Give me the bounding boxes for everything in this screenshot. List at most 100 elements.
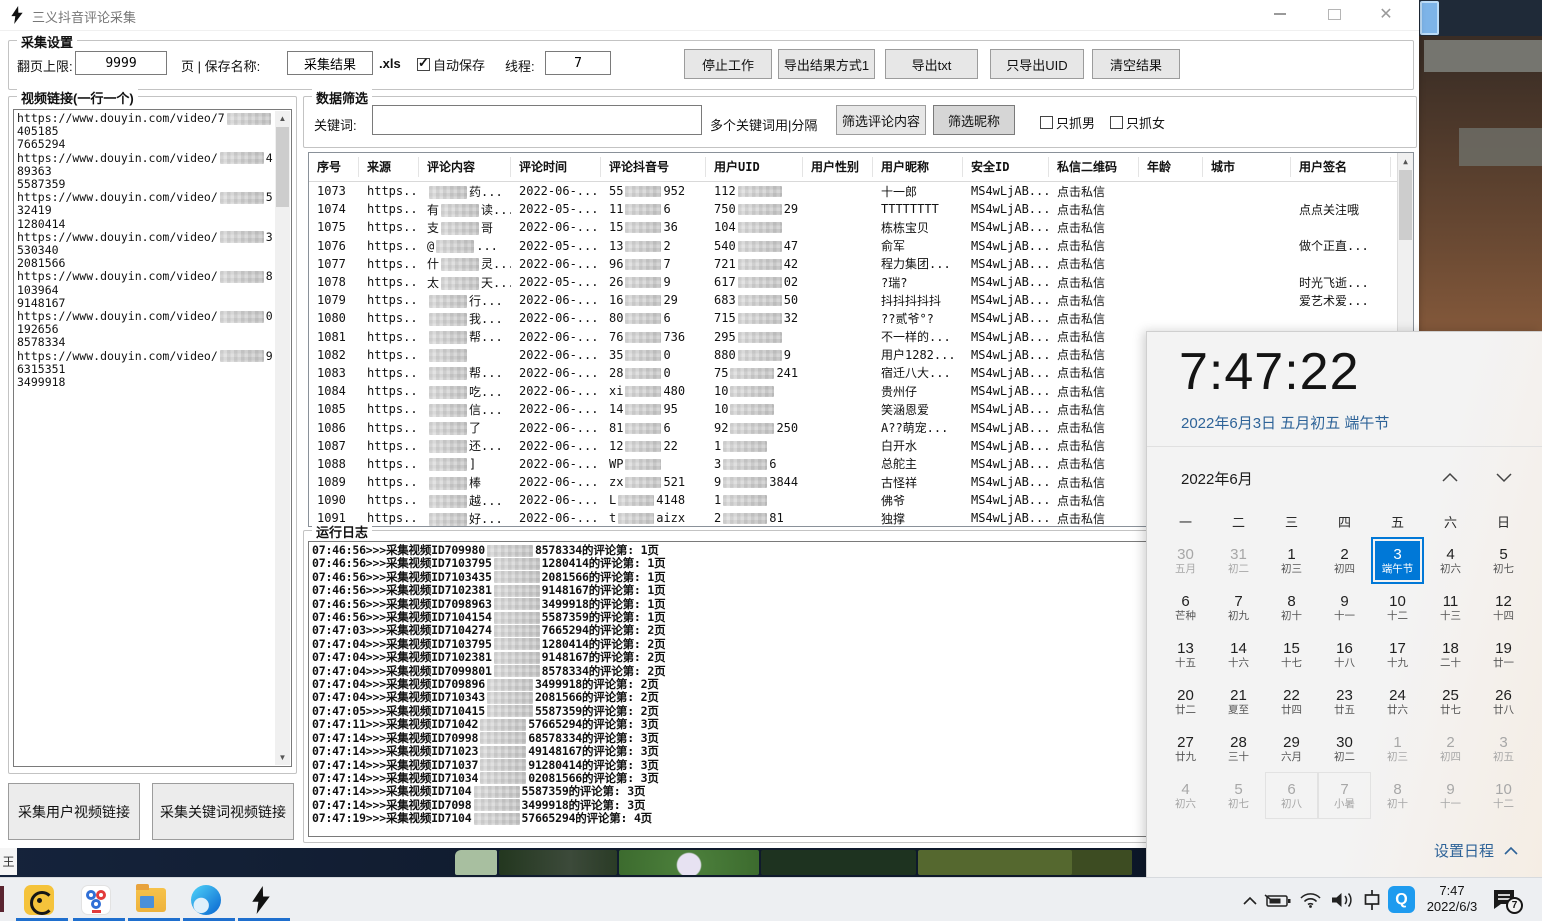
cell-dm-link[interactable]: 点击私信 — [1049, 383, 1139, 400]
schedule-link[interactable]: 设置日程 — [1434, 840, 1518, 861]
cell-dm-link[interactable]: 点击私信 — [1049, 364, 1139, 381]
maximize-button[interactable] — [1318, 0, 1350, 28]
calendar-day[interactable]: 30 五月 — [1159, 537, 1212, 584]
calendar-day[interactable]: 26 廿八 — [1477, 678, 1530, 725]
collect-user-videos-button[interactable]: 采集用户视频链接 — [8, 783, 140, 840]
save-name-input[interactable] — [287, 51, 373, 75]
calendar-day[interactable]: 23 廿五 — [1318, 678, 1371, 725]
autosave-checkbox[interactable]: 自动保存 — [417, 55, 485, 74]
cell-dm-link[interactable]: 点击私信 — [1049, 474, 1139, 491]
calendar-day[interactable]: 2 初四 — [1424, 725, 1477, 772]
calendar-next-icon[interactable] — [1495, 472, 1515, 486]
calendar-prev-icon[interactable] — [1441, 472, 1461, 486]
calendar-day[interactable]: 3 初五 — [1477, 725, 1530, 772]
table-row[interactable]: 1076 https... @... 2022-05-... 132 54047… — [309, 237, 1413, 255]
calendar-day[interactable]: 9 十一 — [1424, 772, 1477, 819]
export-uid-button[interactable]: 只导出UID — [990, 49, 1084, 79]
column-header[interactable]: 年龄 — [1139, 157, 1203, 177]
volume-icon[interactable] — [1330, 891, 1355, 909]
cell-dm-link[interactable]: 点击私信 — [1049, 201, 1139, 218]
filter-comment-button[interactable]: 筛选评论内容 — [836, 105, 926, 135]
taskbar-app-circles-icon[interactable] — [81, 885, 111, 915]
calendar-day[interactable]: 1 初三 — [1265, 537, 1318, 584]
filter-nickname-button[interactable]: 筛选昵称 — [933, 105, 1015, 135]
export-txt-button[interactable]: 导出txt — [885, 49, 978, 79]
female-only-checkbox[interactable]: 只抓女 — [1110, 113, 1165, 132]
tray-expand-icon[interactable] — [1242, 895, 1258, 906]
calendar-day[interactable]: 3 端午节 — [1371, 537, 1424, 584]
table-row[interactable]: 1077 https... 什灵... 2022-06-... 967 7214… — [309, 255, 1413, 273]
calendar-day[interactable]: 25 廿七 — [1424, 678, 1477, 725]
cell-dm-link[interactable]: 点击私信 — [1049, 492, 1139, 509]
taskbar-edge-app[interactable] — [0, 886, 4, 912]
column-header[interactable]: 评论时间 — [511, 157, 601, 177]
table-row[interactable]: 1079 https... 行... 2022-06-... 1629 6835… — [309, 291, 1413, 309]
calendar-day[interactable]: 8 初十 — [1265, 584, 1318, 631]
male-only-checkbox[interactable]: 只抓男 — [1040, 113, 1095, 132]
scroll-up-icon[interactable]: ▲ — [275, 111, 290, 126]
column-header[interactable]: 序号 — [309, 157, 359, 177]
calendar-day[interactable]: 10 十二 — [1477, 772, 1530, 819]
calendar-day[interactable]: 5 初七 — [1477, 537, 1530, 584]
device-tray-icon[interactable] — [1362, 889, 1382, 911]
calendar-day[interactable]: 27 廿九 — [1159, 725, 1212, 772]
clear-results-button[interactable]: 清空结果 — [1092, 49, 1180, 79]
calendar-day[interactable]: 22 廿四 — [1265, 678, 1318, 725]
calendar-day[interactable]: 2 初四 — [1318, 537, 1371, 584]
stop-button[interactable]: 停止工作 — [684, 49, 772, 79]
calendar-day[interactable]: 19 廿一 — [1477, 631, 1530, 678]
calendar-day[interactable]: 9 十一 — [1318, 584, 1371, 631]
table-row[interactable]: 1073 https... 药... 2022-06-... 55952 112… — [309, 182, 1413, 200]
keyword-input[interactable] — [372, 105, 702, 135]
calendar-day[interactable]: 6 初八 — [1265, 772, 1318, 819]
column-header[interactable]: 用户昵称 — [873, 157, 963, 177]
cell-dm-link[interactable]: 点击私信 — [1049, 401, 1139, 418]
thread-input[interactable] — [545, 51, 611, 75]
collect-keyword-videos-button[interactable]: 采集关键词视频链接 — [152, 783, 294, 840]
notification-center-icon[interactable]: 7 — [1492, 888, 1528, 916]
scrollbar-thumb[interactable] — [276, 127, 289, 207]
cell-dm-link[interactable]: 点击私信 — [1049, 183, 1139, 200]
column-header[interactable]: 评论抖音号 — [601, 157, 706, 177]
calendar-day[interactable]: 20 廿二 — [1159, 678, 1212, 725]
cell-dm-link[interactable]: 点击私信 — [1049, 455, 1139, 472]
export-mode1-button[interactable]: 导出结果方式1 — [778, 49, 875, 79]
cell-dm-link[interactable]: 点击私信 — [1049, 237, 1139, 254]
calendar-day[interactable]: 7 初九 — [1212, 584, 1265, 631]
taskbar-clock[interactable]: 7:47 2022/6/3 — [1416, 883, 1488, 915]
calendar-day[interactable]: 30 初二 — [1318, 725, 1371, 772]
table-row[interactable]: 1075 https... 支哥 2022-06-... 1536 104 栋栋… — [309, 218, 1413, 236]
lightning-app-icon[interactable] — [247, 883, 275, 916]
cell-dm-link[interactable]: 点击私信 — [1049, 255, 1139, 272]
column-header[interactable]: 私信二维码 — [1049, 157, 1139, 177]
cell-dm-link[interactable]: 点击私信 — [1049, 346, 1139, 363]
calendar-day[interactable]: 7 小暑 — [1318, 772, 1371, 819]
calendar-day[interactable]: 29 六月 — [1265, 725, 1318, 772]
calendar-day[interactable]: 11 十三 — [1424, 584, 1477, 631]
calendar-day[interactable]: 10 十二 — [1371, 584, 1424, 631]
calendar-day[interactable]: 8 初十 — [1371, 772, 1424, 819]
links-scrollbar[interactable]: ▲ ▼ — [275, 111, 290, 765]
browser-icon[interactable] — [191, 885, 221, 915]
cell-dm-link[interactable]: 点击私信 — [1049, 274, 1139, 291]
wifi-icon[interactable] — [1299, 891, 1322, 909]
scroll-up-icon[interactable]: ▲ — [1398, 153, 1413, 169]
taskbar-app-yellow-icon[interactable] — [24, 885, 54, 915]
column-header[interactable]: 用户签名 — [1291, 157, 1391, 177]
calendar-day[interactable]: 12 十四 — [1477, 584, 1530, 631]
cell-dm-link[interactable]: 点击私信 — [1049, 419, 1139, 436]
cell-dm-link[interactable]: 点击私信 — [1049, 310, 1139, 327]
calendar-day[interactable]: 21 夏至 — [1212, 678, 1265, 725]
titlebar[interactable]: 三义抖音评论采集 ✕ — [0, 0, 1419, 31]
table-row[interactable]: 1080 https... 我... 2022-06-... 806 71532… — [309, 309, 1413, 327]
cell-dm-link[interactable]: 点击私信 — [1049, 219, 1139, 236]
calendar-day[interactable]: 1 初三 — [1371, 725, 1424, 772]
calendar-day[interactable]: 17 十九 — [1371, 631, 1424, 678]
date-link[interactable]: 2022年6月3日 五月初五 端午节 — [1181, 412, 1389, 433]
close-icon[interactable]: ✕ — [1370, 0, 1402, 28]
cell-dm-link[interactable]: 点击私信 — [1049, 437, 1139, 454]
calendar-day[interactable]: 6 芒种 — [1159, 584, 1212, 631]
cell-dm-link[interactable]: 点击私信 — [1049, 510, 1139, 527]
column-header[interactable]: 用户性别 — [803, 157, 873, 177]
minimize-button[interactable] — [1264, 0, 1296, 28]
